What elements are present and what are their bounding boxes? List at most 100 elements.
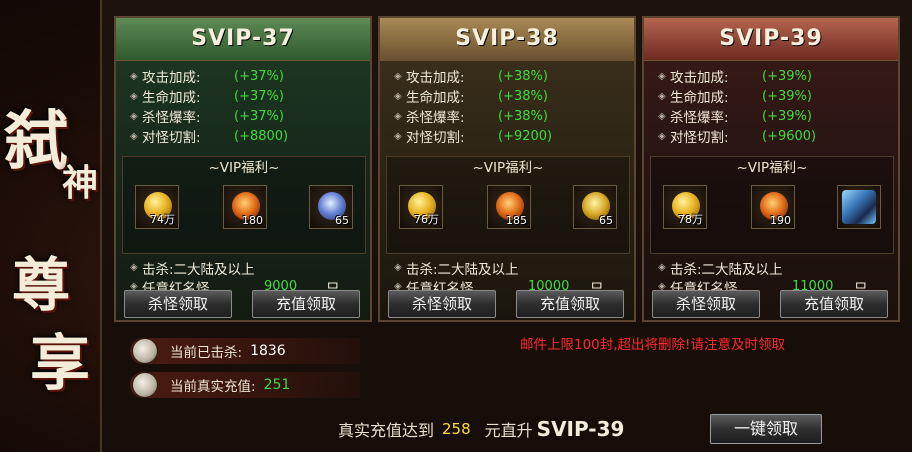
stat-value: (+37%)	[234, 108, 284, 124]
diamond-bullet-icon: ◈	[130, 70, 138, 82]
item-count: 185	[506, 214, 527, 227]
welfare-title: ~VIP福利~	[208, 160, 280, 176]
req-row: ◈ 击杀:二大陆及以上	[130, 258, 340, 278]
diamond-bullet-icon: ◈	[658, 110, 666, 122]
stat-list: ◈ 攻击加成: (+37%) ◈ 生命加成: (+37%) ◈ 杀怪爆率: (+37%) ◈…	[130, 66, 288, 147]
card-title: SVIP-38	[380, 18, 634, 61]
stat-row: ◈ 生命加成: (+37%)	[130, 86, 288, 107]
reward-item[interactable]	[837, 185, 881, 229]
stat-label: 生命加成:	[406, 90, 465, 106]
upgrade-line: 真实充值达到 258 元直升 SVIP-39	[338, 416, 624, 442]
diamond-bullet-icon: ◈	[394, 130, 402, 142]
upgrade-target: SVIP-39	[536, 417, 625, 441]
kill-claim-button[interactable]: 杀怪领取	[124, 290, 232, 318]
kill-claim-button[interactable]: 杀怪领取	[388, 290, 496, 318]
scroll-quill-icon	[132, 338, 158, 364]
stat-value: (+37%)	[234, 88, 284, 104]
stat-label: 对怪切割:	[670, 130, 729, 146]
stat-row: ◈ 攻击加成: (+39%)	[658, 66, 816, 87]
reward-item[interactable]: 185	[487, 185, 531, 229]
stat-label: 生命加成:	[142, 90, 201, 106]
stat-label: 攻击加成:	[670, 70, 729, 86]
title-char: 享	[30, 329, 90, 399]
stat-value: (+39%)	[762, 108, 812, 124]
upgrade-amount: 258	[442, 420, 471, 438]
stat-value: (+37%)	[234, 68, 284, 84]
welfare-title: ~VIP福利~	[736, 160, 808, 176]
stat-row: ◈ 杀怪爆率: (+37%)	[130, 106, 288, 127]
item-count: 65	[335, 214, 349, 227]
diamond-bullet-icon: ◈	[658, 70, 666, 82]
vip-welfare-box: ~VIP福利~ 74万 180 65	[122, 156, 366, 254]
kill-claim-button[interactable]: 杀怪领取	[652, 290, 760, 318]
stat-row: ◈ 杀怪爆率: (+39%)	[658, 106, 816, 127]
current-recharge-value: 251	[263, 377, 291, 393]
stat-label: 攻击加成:	[142, 70, 201, 86]
stat-label: 杀怪爆率:	[406, 110, 465, 126]
title-char: 尊	[12, 251, 71, 319]
recharge-claim-button[interactable]: 充值领取	[780, 290, 888, 318]
reward-item[interactable]: 74万	[135, 185, 179, 229]
reward-items: 74万 180 65	[135, 185, 357, 231]
upgrade-prefix: 真实充值达到	[338, 421, 435, 440]
side-title-calligraphy: 弑 神 尊 享	[0, 70, 110, 399]
stat-value: (+39%)	[762, 88, 812, 104]
stat-label: 对怪切割:	[142, 130, 201, 146]
diamond-bullet-icon: ◈	[130, 90, 138, 102]
welfare-title: ~VIP福利~	[472, 160, 544, 176]
stat-row: ◈ 攻击加成: (+37%)	[130, 66, 288, 87]
stat-row: ◈ 生命加成: (+38%)	[394, 86, 552, 107]
current-kills-value: 1836	[250, 343, 286, 359]
svip-card-39: SVIP-39 ◈ 攻击加成: (+39%) ◈ 生命加成: (+39%) ◈ 杀怪爆率:…	[642, 16, 900, 322]
diamond-bullet-icon: ◈	[130, 130, 138, 142]
current-recharge-bar: 当前真实充值: 251	[130, 372, 360, 398]
stat-list: ◈ 攻击加成: (+38%) ◈ 生命加成: (+38%) ◈ 杀怪爆率: (+38%) ◈…	[394, 66, 553, 147]
stat-row: ◈ 对怪切割: (+8800)	[130, 126, 288, 147]
scroll-quill-icon	[132, 372, 158, 398]
stat-row: ◈ 攻击加成: (+38%)	[394, 66, 552, 87]
current-kills-bar: 当前已击杀: 1836	[130, 338, 360, 364]
stat-value: (+9600)	[762, 128, 817, 144]
diamond-bullet-icon: ◈	[658, 130, 666, 142]
diamond-bullet-icon: ◈	[394, 70, 402, 82]
reward-item[interactable]: 65	[309, 185, 353, 229]
req-row: ◈ 击杀:二大陆及以上	[394, 258, 604, 278]
stat-row: ◈ 杀怪爆率: (+38%)	[394, 106, 552, 127]
diamond-bullet-icon: ◈	[394, 90, 402, 102]
kill-label: 击杀:二大陆及以上	[670, 261, 783, 278]
reward-item[interactable]: 190	[751, 185, 795, 229]
svip-card-37: SVIP-37 ◈ 攻击加成: (+37%) ◈ 生命加成: (+37%) ◈ 杀怪爆率:…	[114, 16, 372, 322]
stat-row: ◈ 生命加成: (+39%)	[658, 86, 816, 107]
recharge-claim-button[interactable]: 充值领取	[252, 290, 360, 318]
stat-label: 生命加成:	[670, 90, 729, 106]
reward-item[interactable]: 65	[573, 185, 617, 229]
reward-items: 78万 190	[663, 185, 885, 231]
one-key-claim-button[interactable]: 一键领取	[710, 414, 822, 444]
recharge-claim-button[interactable]: 充值领取	[516, 290, 624, 318]
stat-label: 杀怪爆率:	[670, 110, 729, 126]
stat-row: ◈ 对怪切割: (+9200)	[394, 126, 553, 147]
vip-welfare-box: ~VIP福利~ 78万 190	[650, 156, 894, 254]
stat-value: (+39%)	[762, 68, 812, 84]
reward-item[interactable]: 78万	[663, 185, 707, 229]
warrior-figure-icon	[842, 190, 876, 224]
diamond-bullet-icon: ◈	[130, 262, 138, 273]
vip-welfare-box: ~VIP福利~ 76万 185 65	[386, 156, 630, 254]
diamond-bullet-icon: ◈	[658, 90, 666, 102]
current-kills-label: 当前已击杀:	[170, 345, 243, 361]
diamond-bullet-icon: ◈	[394, 110, 402, 122]
stat-label: 攻击加成:	[406, 70, 465, 86]
req-row: ◈ 击杀:二大陆及以上	[658, 258, 868, 278]
stat-value: (+9200)	[498, 128, 553, 144]
reward-item[interactable]: 180	[223, 185, 267, 229]
title-char: 弑	[4, 104, 68, 179]
item-count: 190	[770, 214, 791, 227]
reward-item[interactable]: 76万	[399, 185, 443, 229]
diamond-bullet-icon: ◈	[394, 262, 402, 273]
diamond-bullet-icon: ◈	[130, 110, 138, 122]
stat-row: ◈ 对怪切割: (+9600)	[658, 126, 817, 147]
card-title: SVIP-39	[644, 18, 898, 61]
item-count: 74万	[150, 213, 175, 226]
kill-label: 击杀:二大陆及以上	[142, 261, 255, 278]
kill-label: 击杀:二大陆及以上	[406, 261, 519, 278]
